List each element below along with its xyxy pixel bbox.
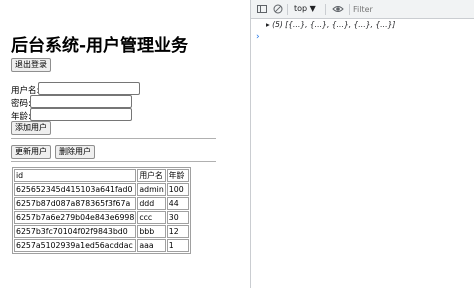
divider-1 xyxy=(11,138,216,139)
cell-age: 12 xyxy=(166,225,189,238)
toolbar-divider xyxy=(287,4,288,15)
delete-user-button[interactable]: 删除用户 xyxy=(55,145,95,159)
add-user-button[interactable]: 添加用户 xyxy=(11,121,51,135)
table-row: 6257a5102939a1ed56acddac aaa 1 xyxy=(14,239,189,252)
cell-id: 6257b87d087a878365f3f67a xyxy=(14,197,137,210)
cell-id: 6257b7a6e279b04e843e6998 xyxy=(14,211,137,224)
toolbar-divider xyxy=(325,4,326,15)
console-prompt[interactable]: › xyxy=(256,32,260,42)
table-row: 6257b3fc70104f02f9843bd0 bbb 12 xyxy=(14,225,189,238)
log-array-entry[interactable]: ▸ (5) [{…}, {…}, {…}, {…}, {…}] xyxy=(266,20,395,30)
cell-age: 44 xyxy=(166,197,189,210)
header-id: id xyxy=(14,169,137,182)
table-header-row: id 用户名 年龄 xyxy=(14,169,189,182)
age-input[interactable] xyxy=(30,108,132,121)
cell-age: 100 xyxy=(166,183,189,196)
table-row: 6257b7a6e279b04e843e6998 ccc 30 xyxy=(14,211,189,224)
header-username: 用户名 xyxy=(137,169,166,182)
page-title: 后台系统-用户管理业务 xyxy=(11,36,189,56)
password-label: 密码: xyxy=(11,99,31,109)
app-page: 后台系统-用户管理业务 退出登录 用户名: 密码: 年龄: 添加用户 更新用户 … xyxy=(0,0,250,288)
cell-username: ddd xyxy=(137,197,166,210)
cell-age: 30 xyxy=(166,211,189,224)
toolbar-divider xyxy=(349,4,350,15)
cell-username: admin xyxy=(137,183,166,196)
eye-icon[interactable] xyxy=(331,4,345,15)
table-row: 625652345d415103a641fad0 admin 100 xyxy=(14,183,189,196)
devtools-panel: top ▼ ▸ (5) [{…}, {…}, {…}, {…}, {…}] › xyxy=(250,0,474,288)
cell-id: 625652345d415103a641fad0 xyxy=(14,183,137,196)
sidebar-icon[interactable] xyxy=(256,4,267,15)
users-table: id 用户名 年龄 625652345d415103a641fad0 admin 1… xyxy=(12,167,191,254)
update-user-button[interactable]: 更新用户 xyxy=(11,145,51,159)
logout-button[interactable]: 退出登录 xyxy=(11,58,51,72)
context-selector[interactable]: top ▼ xyxy=(294,4,316,13)
table-row: 6257b87d087a878365f3f67a ddd 44 xyxy=(14,197,189,210)
clear-console-icon[interactable] xyxy=(272,4,283,15)
filter-input[interactable] xyxy=(353,3,463,16)
cell-username: bbb xyxy=(137,225,166,238)
cell-id: 6257b3fc70104f02f9843bd0 xyxy=(14,225,137,238)
username-input[interactable] xyxy=(38,82,140,95)
divider-2 xyxy=(11,161,216,162)
console-toolbar: top ▼ xyxy=(251,0,474,19)
cell-username: ccc xyxy=(137,211,166,224)
cell-id: 6257a5102939a1ed56acddac xyxy=(14,239,137,252)
cell-age: 1 xyxy=(166,239,189,252)
password-input[interactable] xyxy=(30,95,132,108)
cell-username: aaa xyxy=(137,239,166,252)
header-age: 年龄 xyxy=(166,169,189,182)
